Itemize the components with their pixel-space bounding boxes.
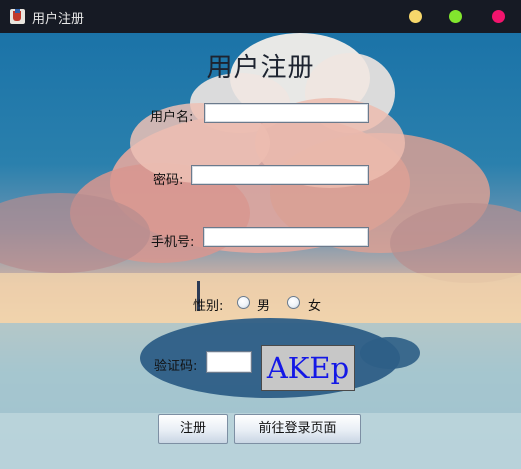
gender-male-radio[interactable] bbox=[237, 296, 250, 309]
captcha-label: 验证码: bbox=[154, 359, 198, 374]
gender-female-radio[interactable] bbox=[287, 296, 300, 309]
title-bar: 用户注册 bbox=[0, 0, 521, 33]
window-title: 用户注册 bbox=[32, 12, 85, 27]
register-button[interactable]: 注册 bbox=[158, 414, 228, 444]
maximize-button[interactable] bbox=[449, 10, 462, 23]
captcha-input[interactable] bbox=[206, 351, 252, 373]
username-label: 用户名: bbox=[150, 110, 194, 125]
gender-label: 性别: bbox=[193, 299, 224, 314]
background-illustration bbox=[0, 33, 521, 469]
password-input[interactable] bbox=[191, 165, 369, 185]
phone-label: 手机号: bbox=[151, 235, 195, 250]
java-app-icon bbox=[10, 9, 25, 24]
captcha-image[interactable]: AKEp bbox=[261, 345, 355, 391]
password-label: 密码: bbox=[153, 173, 184, 188]
gender-male-label: 男 bbox=[257, 299, 271, 314]
registration-panel: 用户注册 用户名: 密码: 手机号: 性别: 男 女 验证码: AKEp 注册 … bbox=[0, 33, 521, 469]
username-input[interactable] bbox=[204, 103, 369, 123]
goto-login-button[interactable]: 前往登录页面 bbox=[234, 414, 361, 444]
phone-input[interactable] bbox=[203, 227, 369, 247]
page-heading: 用户注册 bbox=[206, 53, 315, 83]
gender-female-label: 女 bbox=[308, 299, 322, 314]
close-button[interactable] bbox=[492, 10, 505, 23]
minimize-button[interactable] bbox=[409, 10, 422, 23]
